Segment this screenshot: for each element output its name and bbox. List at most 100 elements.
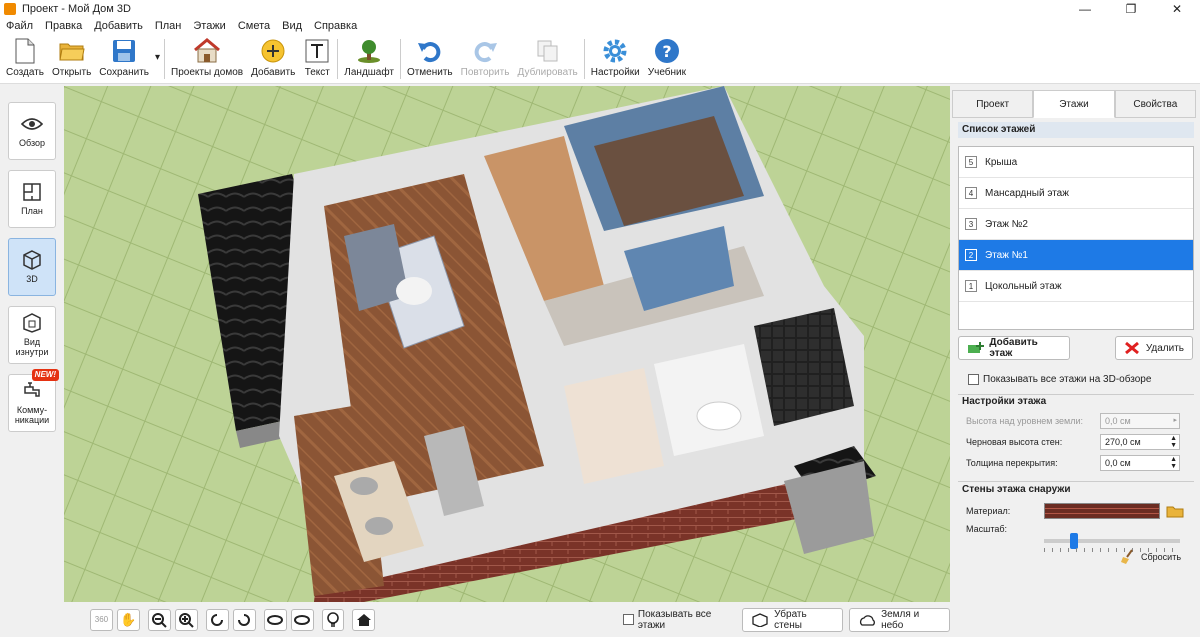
tilt-down-button[interactable] — [290, 608, 314, 631]
floppy-disk-icon — [110, 38, 138, 64]
floor-item-floor-2[interactable]: 3 Этаж №2 — [959, 209, 1193, 240]
light-button[interactable] — [321, 608, 345, 631]
floor-item-attic[interactable]: 4 Мансардный этаж — [959, 178, 1193, 209]
play-arrow-icon: ▸ — [1173, 417, 1177, 424]
menu-edit[interactable]: Правка — [39, 18, 88, 34]
cloud-sun-icon — [859, 614, 875, 626]
rotate-left-button[interactable] — [205, 608, 229, 631]
duplicate-icon — [534, 38, 562, 64]
floor-list-title: Список этажей — [958, 122, 1194, 138]
settings-button[interactable]: Настройки — [587, 34, 644, 82]
create-button[interactable]: Создать — [2, 34, 48, 82]
rotate-left-icon — [211, 613, 224, 626]
floor-item-roof[interactable]: 5 Крыша — [959, 147, 1193, 178]
show-all-floors-3d-checkbox[interactable]: Показывать все этажи на 3D-обзоре — [968, 374, 1194, 385]
app-icon — [4, 3, 16, 15]
folder-icon[interactable] — [1166, 504, 1184, 518]
room-interior-icon — [21, 313, 43, 333]
zoom-out-button[interactable] — [147, 608, 171, 631]
toolbar-separator — [583, 39, 585, 79]
rotate-360-button[interactable]: 360 — [90, 608, 113, 631]
plan-icon — [21, 182, 43, 202]
spinner-arrows-icon[interactable]: ▲ ▼ — [1170, 435, 1177, 449]
add-button[interactable]: Добавить — [247, 34, 299, 82]
tutorial-button[interactable]: ? Учебник — [644, 34, 690, 82]
tree-icon — [355, 38, 383, 64]
reset-button[interactable]: Сбросить — [1120, 549, 1200, 565]
minimize-button[interactable]: — — [1062, 0, 1108, 18]
tilt-up-button[interactable] — [263, 608, 287, 631]
add-floor-icon — [968, 342, 984, 353]
overview-button[interactable]: Обзор — [8, 102, 56, 160]
menu-view[interactable]: Вид — [276, 18, 308, 34]
3d-view-button[interactable]: 3D — [8, 238, 56, 296]
menu-help[interactable]: Справка — [308, 18, 363, 34]
rotate-360-icon: 360 — [94, 615, 109, 624]
save-dropdown-arrow[interactable]: ▾ — [153, 34, 162, 82]
undo-button[interactable]: Отменить — [403, 34, 457, 82]
rotate-right-button[interactable] — [232, 608, 256, 631]
checkbox-box[interactable] — [623, 614, 634, 625]
3d-viewport[interactable] — [64, 86, 950, 602]
new-badge: NEW! — [31, 369, 59, 381]
zoom-out-icon — [152, 612, 168, 628]
delete-floor-button[interactable]: Удалить — [1115, 336, 1193, 360]
eye-icon — [21, 114, 43, 134]
zoom-in-button[interactable] — [174, 608, 198, 631]
menu-file[interactable]: Файл — [0, 18, 39, 34]
floor-item-basement[interactable]: 1 Цокольный этаж — [959, 271, 1193, 302]
home-icon — [356, 613, 371, 626]
house-projects-button[interactable]: Проекты домов — [167, 34, 247, 82]
text-button[interactable]: Текст — [299, 34, 335, 82]
scale-row: Масштаб: — [966, 524, 1008, 534]
properties-panel: Проект Этажи Свойства Список этажей 5 Кры… — [952, 86, 1200, 637]
delete-x-icon — [1125, 341, 1139, 355]
scale-slider[interactable] — [1044, 533, 1180, 549]
menu-floors[interactable]: Этажи — [187, 18, 231, 34]
redo-button[interactable]: Повторить — [457, 34, 514, 82]
pan-button[interactable]: ✋ — [116, 608, 140, 631]
house-icon — [193, 38, 221, 64]
communications-button[interactable]: NEW! Комму-никации — [8, 369, 59, 432]
menu-add[interactable]: Добавить — [88, 18, 149, 34]
remove-walls-button[interactable]: Убрать стены — [742, 607, 843, 632]
checkbox-box[interactable] — [968, 374, 979, 385]
menu-estimate[interactable]: Смета — [232, 18, 276, 34]
lightbulb-icon — [327, 611, 339, 627]
brick-material-swatch[interactable] — [1044, 503, 1160, 519]
scale-slider-thumb[interactable] — [1070, 533, 1078, 549]
home-view-button[interactable] — [352, 608, 376, 631]
duplicate-button[interactable]: Дублировать — [513, 34, 581, 82]
menu-plan[interactable]: План — [149, 18, 188, 34]
broom-icon — [1121, 549, 1133, 564]
faucet-icon — [21, 381, 43, 401]
redo-arrow-icon — [471, 38, 499, 64]
inside-view-button[interactable]: Вид изнутри — [8, 306, 56, 364]
close-button[interactable]: ✕ — [1154, 0, 1200, 18]
window-title: Проект - Мой Дом 3D — [22, 3, 131, 15]
3d-house-scene — [64, 86, 950, 602]
text-icon — [303, 38, 331, 64]
spinner-arrows-icon[interactable]: ▲ ▼ — [1170, 456, 1177, 470]
show-all-floors-checkbox[interactable]: Показывать все этажи — [623, 609, 736, 631]
rough-wall-height-field[interactable]: 270,0 см ▲ ▼ — [1100, 434, 1180, 450]
tilt-down-icon — [294, 614, 311, 625]
open-button[interactable]: Открыть — [48, 34, 95, 82]
landscape-button[interactable]: Ландшафт — [340, 34, 398, 82]
save-button[interactable]: Сохранить — [95, 34, 153, 82]
toolbar-separator — [399, 39, 401, 79]
new-file-icon — [11, 38, 39, 64]
tab-project[interactable]: Проект — [952, 90, 1034, 118]
plan-button[interactable]: План — [8, 170, 56, 228]
earth-sky-button[interactable]: Земля и небо — [848, 607, 950, 632]
slab-thickness-field[interactable]: 0,0 см ▲ ▼ — [1100, 455, 1180, 471]
add-floor-button[interactable]: Добавить этаж — [958, 336, 1070, 360]
floor-item-floor-1[interactable]: 2 Этаж №1 — [959, 240, 1193, 271]
tab-properties[interactable]: Свойства — [1114, 90, 1196, 118]
toolbar-separator — [337, 39, 339, 79]
walls-cube-icon — [752, 612, 768, 627]
tab-floors[interactable]: Этажи — [1033, 90, 1115, 118]
toolbar: Создать Открыть Сохранить ▾ Проекты домо… — [0, 34, 1200, 84]
bathroom-room — [654, 344, 764, 456]
restore-button[interactable]: ❐ — [1108, 0, 1154, 18]
